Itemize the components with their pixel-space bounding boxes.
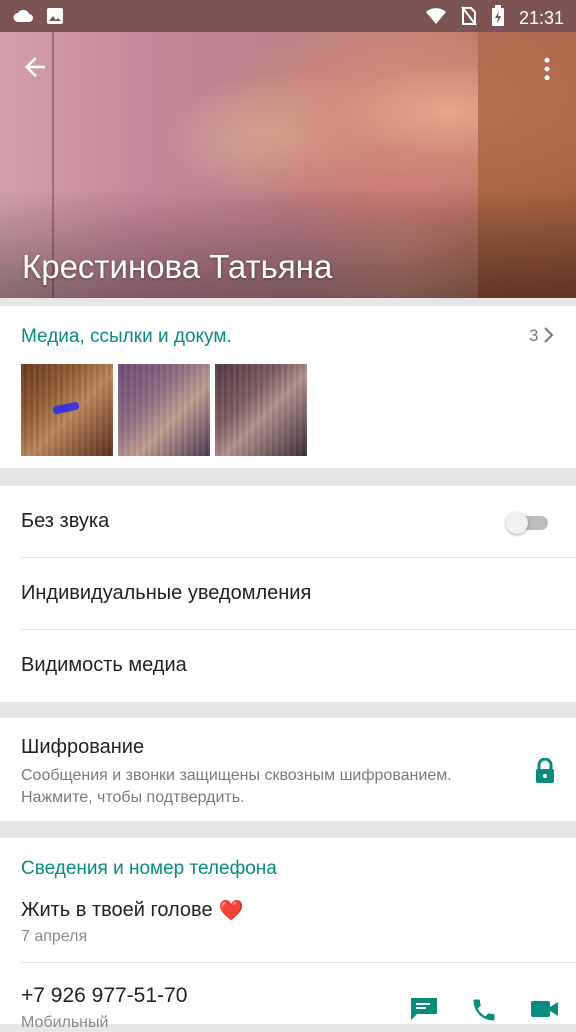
overflow-menu-button[interactable] xyxy=(532,54,562,84)
chevron-right-icon xyxy=(542,326,556,349)
cloud-icon xyxy=(12,7,34,30)
heart-icon: ❤️ xyxy=(218,900,244,922)
info-title: Сведения и номер телефона xyxy=(21,858,277,879)
image-icon xyxy=(46,7,64,30)
media-count: 3 xyxy=(529,326,539,345)
no-sim-icon xyxy=(461,6,477,31)
phone-type: Мобильный xyxy=(21,1014,109,1031)
about-status[interactable]: Жить в твоей голове ❤️ xyxy=(21,898,243,923)
status-bar: 21:31 xyxy=(0,0,576,32)
video-camera-icon xyxy=(531,1001,558,1017)
profile-header: Крестинова Татьяна xyxy=(0,32,576,298)
voice-call-button[interactable] xyxy=(470,996,500,1022)
lock-icon xyxy=(534,757,556,789)
media-section[interactable]: Медиа, ссылки и докум. 3 xyxy=(0,306,576,468)
encryption-description: Сообщения и звонки защищены сквозным шиф… xyxy=(21,767,452,806)
media-thumbnails xyxy=(21,364,307,456)
custom-notifications-label: Индивидуальные уведомления xyxy=(21,582,312,604)
custom-notifications-row[interactable]: Индивидуальные уведомления xyxy=(0,558,576,630)
status-date: 7 апреля xyxy=(21,928,88,945)
media-thumbnail[interactable] xyxy=(118,364,210,456)
wifi-icon xyxy=(425,7,447,30)
status-text: Жить в твоей голове xyxy=(21,899,213,921)
media-visibility-row[interactable]: Видимость медиа xyxy=(0,630,576,702)
mute-row[interactable]: Без звука xyxy=(0,486,576,558)
media-thumbnail[interactable] xyxy=(21,364,113,456)
phone-icon xyxy=(473,999,495,1021)
encryption-title: Шифрование xyxy=(21,736,145,758)
media-visibility-label: Видимость медиа xyxy=(21,654,187,676)
encryption-row[interactable]: Шифрование Сообщения и звонки защищены с… xyxy=(0,718,576,821)
message-icon xyxy=(411,998,437,1020)
media-thumbnail[interactable] xyxy=(215,364,307,456)
status-time: 21:31 xyxy=(518,8,564,28)
contact-name: Крестинова Татьяна xyxy=(22,248,333,285)
back-button[interactable] xyxy=(20,52,50,82)
info-section: Сведения и номер телефона Жить в твоей г… xyxy=(0,838,576,1031)
battery-charging-icon xyxy=(491,5,505,32)
mute-label: Без звука xyxy=(21,510,110,532)
video-call-button[interactable] xyxy=(530,996,560,1022)
settings-section: Без звука Индивидуальные уведомления Вид… xyxy=(0,486,576,702)
phone-number[interactable]: +7 926 977-51-70 xyxy=(21,984,187,1008)
media-title: Медиа, ссылки и докум. xyxy=(21,326,232,347)
message-button[interactable] xyxy=(409,996,439,1022)
mute-toggle[interactable] xyxy=(506,512,548,534)
arrow-back-icon xyxy=(25,57,45,77)
more-vert-icon xyxy=(544,57,550,81)
